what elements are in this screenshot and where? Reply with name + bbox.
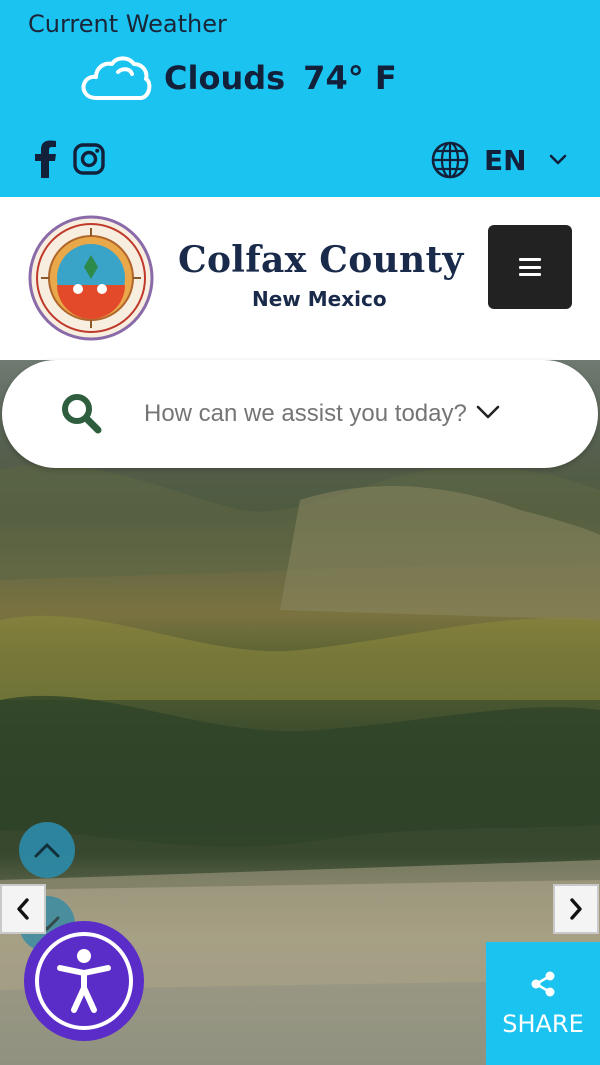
weather-widget: Clouds 74° F xyxy=(78,48,397,108)
menu-button[interactable] xyxy=(488,225,572,309)
brand-title: Colfax County xyxy=(178,239,464,281)
chevron-right-icon xyxy=(570,898,582,920)
current-weather-label: Current Weather xyxy=(28,10,227,38)
carousel-next-button[interactable] xyxy=(553,884,599,934)
carousel-prev-button[interactable] xyxy=(0,884,46,934)
accessibility-button[interactable] xyxy=(24,921,144,1041)
chevron-left-icon xyxy=(17,898,29,920)
social-links xyxy=(32,140,106,178)
search-icon xyxy=(62,394,102,434)
scroll-up-button[interactable] xyxy=(19,822,75,878)
globe-icon xyxy=(431,141,469,179)
share-button[interactable]: SHARE xyxy=(486,942,600,1065)
chevron-down-icon[interactable] xyxy=(476,404,500,420)
weather-temperature: 74° F xyxy=(303,59,397,97)
search-input[interactable] xyxy=(144,396,474,432)
facebook-icon[interactable] xyxy=(32,140,58,178)
search-bar[interactable] xyxy=(2,360,598,468)
hamburger-icon xyxy=(519,258,541,276)
language-code: EN xyxy=(484,143,527,177)
cloud-icon xyxy=(81,56,152,100)
language-selector[interactable]: EN xyxy=(430,140,567,180)
share-icon xyxy=(531,971,555,996)
county-seal-logo[interactable] xyxy=(28,215,154,341)
top-bar: Current Weather Clouds 74° F EN xyxy=(0,0,600,197)
weather-condition: Clouds xyxy=(164,59,286,97)
accessibility-icon xyxy=(35,932,133,1030)
chevron-down-icon xyxy=(549,154,566,165)
brand-subtitle: New Mexico xyxy=(252,287,387,311)
share-label: SHARE xyxy=(502,1009,584,1038)
instagram-icon[interactable] xyxy=(72,142,106,176)
chevron-up-icon xyxy=(34,843,60,858)
site-header: Colfax County New Mexico xyxy=(0,197,600,360)
